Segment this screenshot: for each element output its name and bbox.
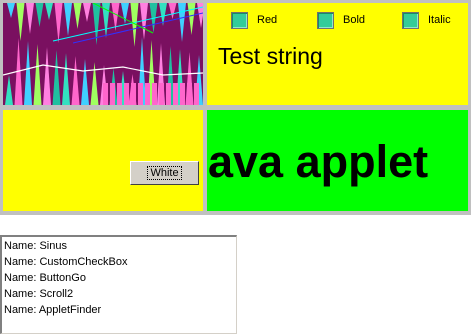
sinus-bar [159,83,164,105]
sinus-bar [110,83,115,105]
white-button-label: White [147,166,182,180]
sinus-bar [103,83,108,105]
sinus-bar [152,83,157,105]
scrolling-text: ava applet [208,136,429,187]
sinus-bar [145,83,150,105]
italic-checkbox[interactable]: Italic [402,10,451,30]
test-string-text: Test string [218,43,323,69]
list-item[interactable]: Name: Scroll2 [4,286,234,302]
scroll-text-applet: ava applet [207,110,468,211]
sinus-bar [131,83,136,105]
sinus-bar [166,83,171,105]
list-item[interactable]: Name: Sinus [4,238,234,254]
checkbox-label: Red [257,14,278,26]
list-item[interactable]: Name: ButtonGo [4,270,234,286]
checkbox-label: Bold [343,14,366,26]
list-item[interactable]: Name: CustomCheckBox [4,254,234,270]
checkbox-box[interactable] [402,11,419,29]
red-checkbox[interactable]: Red [231,10,277,30]
checkbox-box[interactable] [231,11,248,29]
white-button[interactable]: White [130,161,199,185]
button-go-applet: White [3,110,203,211]
bold-checkbox[interactable]: Bold [317,10,365,30]
sinus-bar [180,83,185,105]
sinus-bar [173,83,178,105]
sinus-bar [194,83,199,105]
sinus-applet [3,3,203,105]
sinus-animation [3,3,203,105]
checkbox-label: Italic [428,14,451,26]
checkbox-box[interactable] [317,11,334,29]
applet-finder-list[interactable]: Name: Sinus Name: CustomCheckBox Name: But… [0,235,237,334]
sinus-bar [138,83,143,105]
sinus-bar [117,83,122,105]
sinus-bar [187,83,192,105]
sinus-bar [124,83,129,105]
custom-checkbox-applet: Red Bold Italic Test string [207,3,468,105]
list-item[interactable]: Name: AppletFinder [4,302,234,318]
